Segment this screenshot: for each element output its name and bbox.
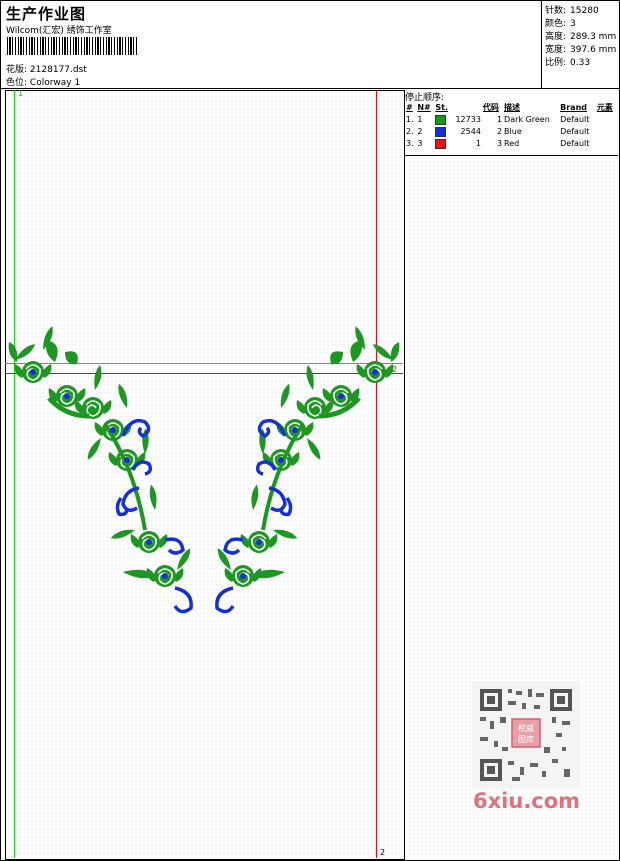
stop-sequence-table: # N# St. 代码 描述 Brand 元素 1. 1 12733 1 Dar…	[405, 102, 617, 150]
table-header-row: # N# St. 代码 描述 Brand 元素	[405, 102, 617, 114]
col-element: 元素	[596, 103, 613, 112]
stat-width: 宽度: 397.6 mm	[545, 44, 617, 57]
stat-label: 针数:	[545, 6, 567, 16]
page-title: 生产作业图	[6, 5, 87, 23]
studio-subtitle: Wilcom(汇宏) 绣饰工作室	[6, 26, 112, 36]
design-stats: 针数: 15280 颜色: 3 高度: 289.3 mm 宽度: 397.6 mm 比例…	[545, 5, 617, 70]
red-guide-label: 2	[380, 848, 386, 857]
col-stitches: St.	[435, 103, 449, 112]
row-stitches: 12733	[455, 115, 481, 124]
row-code: 1	[496, 115, 503, 124]
watermark-text: 6xiu.com	[473, 789, 581, 813]
qr-code-watermark: 权威 图库	[472, 681, 580, 789]
col-brand: Brand	[560, 103, 588, 112]
row-brand: Default	[560, 115, 590, 124]
qr-center-text-bottom: 图库	[518, 734, 534, 744]
stat-value: 289.3 mm	[570, 32, 617, 42]
design-file-line: 花版: 2128177.dst	[6, 62, 87, 75]
row-needle: 2	[417, 127, 423, 136]
stat-value: 15280	[570, 6, 599, 16]
col-needle: N#	[417, 103, 431, 112]
stat-stitches: 针数: 15280	[545, 5, 617, 18]
table-row: 2. 2 2544 2 Blue Default	[405, 126, 617, 138]
frame-left	[0, 0, 1, 861]
row-description: Dark Green	[504, 115, 550, 124]
embroidery-design	[5, 320, 403, 620]
row-element	[596, 126, 617, 138]
stat-value: 397.6 mm	[570, 45, 617, 55]
stat-label: 比例:	[545, 58, 567, 68]
stat-value: 3	[570, 19, 576, 29]
color-swatch	[434, 114, 449, 126]
stat-scale: 比例: 0.33	[545, 57, 617, 70]
barcode	[7, 37, 139, 55]
swatch-green	[435, 114, 447, 125]
row-brand: Default	[560, 139, 590, 148]
row-element	[596, 114, 617, 126]
row-element	[596, 138, 617, 150]
row-brand: Default	[560, 127, 590, 136]
colorway-name: Colorway 1	[29, 78, 81, 88]
stat-height: 高度: 289.3 mm	[545, 31, 617, 44]
row-code: 2	[496, 127, 503, 136]
row-description: Blue	[504, 127, 522, 136]
green-guide-label: 1	[18, 89, 24, 98]
col-description: 描述	[504, 103, 521, 112]
row-description: Red	[504, 139, 520, 148]
stat-label: 宽度:	[545, 45, 567, 55]
qr-center-text-top: 权威	[518, 723, 534, 733]
stat-label: 颜色:	[545, 19, 567, 29]
row-stitches: 2544	[460, 127, 481, 136]
design-file-name: 2128177.dst	[29, 65, 87, 75]
swatch-red	[435, 138, 447, 149]
table-row: 3. 3 1 3 Red Default	[405, 138, 617, 150]
col-index: #	[406, 103, 413, 112]
row-index: 1.	[406, 115, 414, 124]
color-swatch	[434, 138, 449, 150]
stat-label: 高度:	[545, 32, 567, 42]
row-code: 3	[496, 139, 503, 148]
swatch-blue	[435, 126, 447, 137]
colorway-line: 色位: Colorway 1	[6, 75, 80, 88]
header-divider	[0, 88, 620, 89]
row-needle: 1	[417, 115, 423, 124]
col-code: 代码	[482, 103, 499, 112]
color-swatch	[434, 126, 449, 138]
row-needle: 3	[417, 139, 423, 148]
stat-colors: 颜色: 3	[545, 18, 617, 31]
colorway-label: 色位:	[6, 78, 28, 88]
frame-top	[0, 0, 620, 1]
row-stitches: 1	[475, 139, 481, 148]
stats-divider	[541, 0, 542, 88]
stat-value: 0.33	[570, 58, 591, 68]
design-file-label: 花版:	[6, 65, 28, 75]
row-index: 3.	[406, 139, 414, 148]
row-index: 2.	[406, 127, 414, 136]
table-row: 1. 1 12733 1 Dark Green Default	[405, 114, 617, 126]
